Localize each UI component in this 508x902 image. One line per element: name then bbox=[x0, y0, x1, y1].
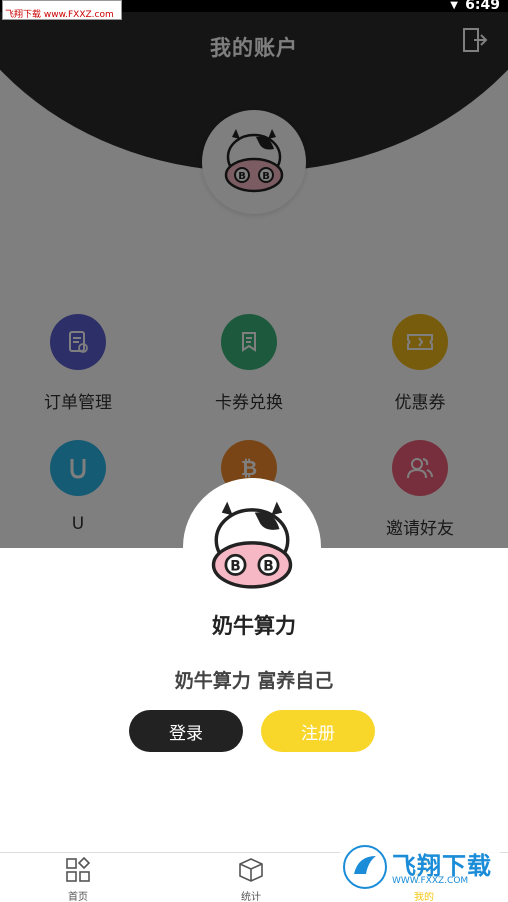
wifi-icon: ▼ bbox=[450, 0, 458, 11]
tab-label: 首页 bbox=[68, 892, 88, 902]
watermark-icon bbox=[343, 845, 387, 889]
login-button[interactable]: 登录 bbox=[129, 710, 243, 752]
sheet-logo: B B bbox=[183, 478, 321, 616]
home-grid-icon bbox=[66, 856, 91, 882]
register-button[interactable]: 注册 bbox=[261, 710, 375, 752]
app-name: 奶牛算力 bbox=[212, 614, 296, 638]
cube-icon bbox=[239, 858, 263, 882]
svg-text:B: B bbox=[230, 558, 240, 574]
status-time: 6:49 bbox=[465, 0, 500, 13]
watermark-logo: 飞翔下载 WWW.FXXZ.COM bbox=[340, 842, 500, 892]
watermark-url: WWW.FXXZ.COM bbox=[392, 876, 469, 886]
tab-stats[interactable]: 统计 bbox=[211, 857, 291, 902]
svg-text:B: B bbox=[263, 558, 273, 574]
watermark-top-left: 飞翔下载 www.FXXZ.com bbox=[2, 0, 122, 20]
slogan: 奶牛算力 富养自己 bbox=[174, 670, 334, 692]
cow-logo-icon: B B bbox=[211, 501, 293, 589]
tab-home[interactable]: 首页 bbox=[38, 856, 118, 902]
tab-label: 统计 bbox=[241, 892, 261, 902]
